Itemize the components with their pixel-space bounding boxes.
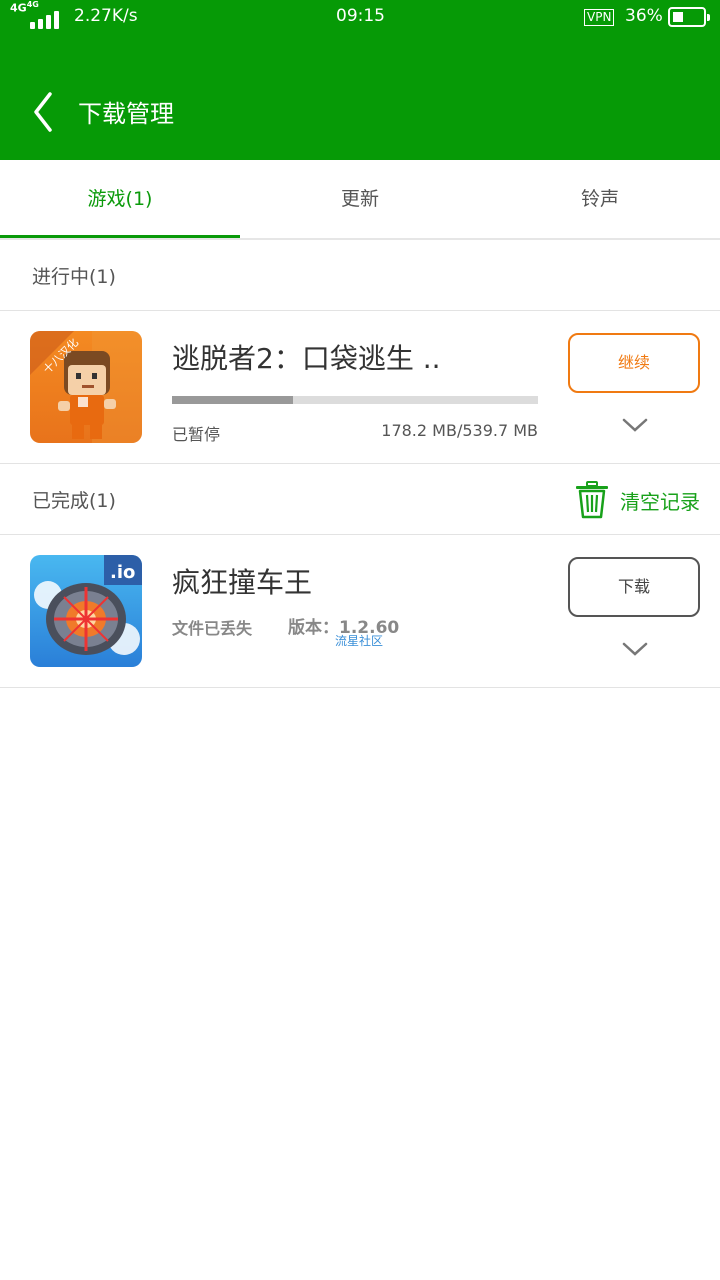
crash-wheel-game-icon[interactable]: .io [30, 555, 142, 667]
tab-updates[interactable]: 更新 [240, 160, 480, 238]
vpn-icon: VPN [584, 9, 615, 26]
clock: 09:15 [336, 6, 385, 26]
clear-records-label: 清空记录 [620, 489, 700, 514]
clear-records-button[interactable]: 清空记录 [574, 480, 700, 520]
download-progress-bar [172, 396, 538, 404]
escapists-game-icon[interactable]: 十八汉化 [30, 331, 142, 443]
download-button[interactable]: 下载 [568, 557, 700, 617]
battery-percent: 36% [625, 6, 663, 26]
status-bar: 4G4G 2.27K/s 09:15 VPN 36% [0, 0, 720, 34]
icon-badge: .io [110, 562, 135, 583]
chevron-down-icon[interactable] [620, 639, 650, 659]
network-speed: 2.27K/s [74, 6, 138, 26]
back-arrow-icon[interactable] [26, 90, 66, 134]
tab-bar: 游戏(1) 更新 铃声 [0, 160, 720, 240]
download-size: 178.2 MB/539.7 MB [381, 421, 538, 440]
chevron-down-icon[interactable] [620, 415, 650, 435]
download-status: 已暂停 [172, 425, 221, 444]
section-completed: 已完成(1) 清空记录 [0, 464, 720, 535]
tab-ringtones[interactable]: 铃声 [480, 160, 720, 238]
watermark-text: 流星社区 [335, 634, 384, 648]
file-status: 文件已丢失 [172, 619, 253, 638]
signal-icon [30, 11, 59, 29]
download-item: 十八汉化 逃脱者2：口袋逃生 .. 已暂停 178.2 MB/539.7 MB … [0, 311, 720, 464]
active-tab-indicator [0, 235, 240, 238]
app-header: 4G4G 2.27K/s 09:15 VPN 36% 下载管理 [0, 0, 720, 160]
app-name: 逃脱者2：口袋逃生 .. [172, 342, 441, 375]
trash-icon [576, 481, 608, 519]
page-title: 下载管理 [78, 100, 174, 128]
app-name: 疯狂撞车王 [172, 566, 313, 599]
section-in-progress: 进行中(1) [0, 240, 720, 311]
section-title: 已完成(1) [32, 490, 116, 512]
section-title: 进行中(1) [32, 266, 116, 288]
tab-games[interactable]: 游戏(1) [0, 160, 240, 238]
continue-button[interactable]: 继续 [568, 333, 700, 393]
battery-icon [668, 7, 710, 27]
download-item: .io 疯狂撞车王 文件已丢失 版本：1.2.60 流星社区 下载 [0, 535, 720, 688]
